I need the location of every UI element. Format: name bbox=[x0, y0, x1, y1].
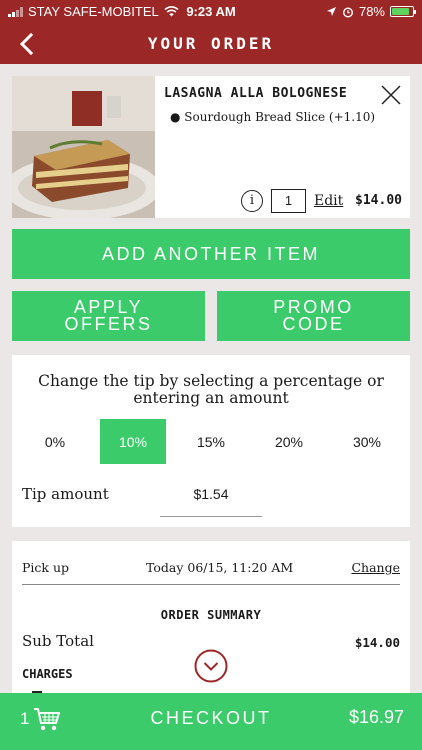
tip-option-15[interactable]: 15% bbox=[178, 419, 244, 464]
tip-option-10[interactable]: 10% bbox=[100, 419, 166, 464]
item-option-text: Sourdough Bread Slice (+1.10) bbox=[184, 110, 376, 124]
tip-description: Change the tip by selecting a percentage… bbox=[38, 372, 384, 407]
tip-option-0[interactable]: 0% bbox=[22, 419, 88, 464]
item-name: LASAGNA ALLA BOLOGNESE bbox=[164, 86, 348, 101]
checkout-total: $16.97 bbox=[348, 707, 404, 727]
item-option: ● Sourdough Bread Slice (+1.10) bbox=[170, 110, 376, 124]
info-icon[interactable]: i bbox=[241, 190, 263, 212]
pickup-time: Today 06/15, 11:20 AM bbox=[146, 560, 294, 575]
add-another-item-button[interactable]: ADD ANOTHER ITEM bbox=[12, 229, 410, 279]
quantity-field[interactable]: 1 bbox=[271, 189, 306, 213]
apply-offers-button[interactable]: APPLY OFFERS bbox=[12, 291, 205, 341]
order-item-card: LASAGNA ALLA BOLOGNESE ● Sourdough Bread… bbox=[12, 76, 410, 218]
battery-percent: 78% bbox=[358, 4, 385, 19]
tip-amount-input[interactable]: $1.54 bbox=[160, 486, 262, 502]
status-right: 78% bbox=[326, 4, 416, 19]
tip-input-underline bbox=[160, 516, 262, 517]
checkout-bar[interactable]: 1 CHECKOUT $16.97 bbox=[0, 693, 422, 750]
order-summary-title: ORDER SUMMARY bbox=[160, 608, 262, 622]
item-price: $14.00 bbox=[355, 193, 402, 208]
tip-card: Change the tip by selecting a percentage… bbox=[12, 355, 410, 527]
promo-code-button[interactable]: PROMO CODE bbox=[217, 291, 410, 341]
promo-code-label-line2: CODE bbox=[282, 314, 345, 334]
close-icon[interactable] bbox=[380, 84, 402, 106]
lasagna-photo bbox=[12, 76, 155, 218]
divider bbox=[22, 584, 400, 585]
tip-options: 0% 10% 15% 20% 30% bbox=[22, 419, 400, 464]
apply-offers-label-line2: OFFERS bbox=[64, 314, 153, 334]
tip-option-20[interactable]: 20% bbox=[256, 419, 322, 464]
expand-chevron-icon[interactable] bbox=[194, 649, 228, 683]
nav-bar: YOUR ORDER bbox=[0, 24, 422, 64]
tip-amount-label: Tip amount bbox=[22, 485, 109, 503]
location-icon bbox=[326, 7, 336, 16]
edit-link[interactable]: Edit bbox=[314, 193, 343, 209]
alarm-icon bbox=[342, 6, 353, 18]
order-summary-card: Pick up Today 06/15, 11:20 AM Change ORD… bbox=[12, 541, 410, 701]
battery-icon bbox=[390, 6, 416, 17]
pickup-label: Pick up bbox=[22, 560, 70, 575]
subtotal-value: $14.00 bbox=[354, 635, 400, 650]
change-pickup-link[interactable]: Change bbox=[351, 560, 400, 575]
status-bar: STAY SAFE-MOBITEL 9:23 AM 78% bbox=[0, 0, 422, 24]
subtotal-label: Sub Total bbox=[22, 632, 94, 650]
page-title: YOUR ORDER bbox=[147, 34, 275, 53]
tip-option-30[interactable]: 30% bbox=[334, 419, 400, 464]
charges-label: CHARGES bbox=[22, 667, 73, 681]
